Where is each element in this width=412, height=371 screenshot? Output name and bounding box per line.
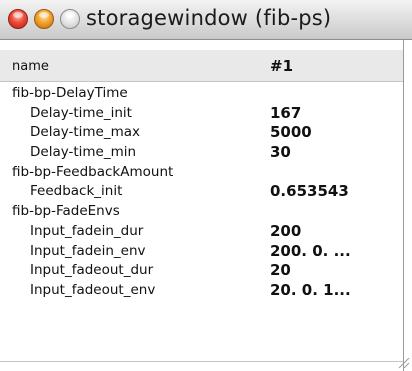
param-value[interactable]: 200. 0. ... (270, 242, 351, 260)
param-value[interactable]: 0.653543 (270, 182, 349, 200)
param-name: Delay-time_min (30, 144, 137, 161)
param-name: Delay-time_init (30, 104, 132, 121)
group-name: fib-bp-DelayTime (12, 85, 128, 101)
window-title: storagewindow (fib-ps) (86, 6, 332, 30)
table-bottom-divider (0, 361, 403, 362)
param-name: Input_fadeout_env (30, 281, 156, 298)
minimize-button-icon[interactable] (34, 9, 54, 29)
table-row[interactable]: Delay-time_init 167 (0, 104, 403, 124)
table-row[interactable]: fib-bp-DelayTime (0, 84, 403, 104)
param-value[interactable]: 30 (270, 143, 291, 161)
table-row[interactable]: Input_fadeout_dur 20 (0, 261, 403, 281)
table-row[interactable]: Feedback_init 0.653543 (0, 182, 403, 202)
param-value[interactable]: 20. 0. 1... (270, 281, 351, 299)
table-row[interactable]: fib-bp-FeedbackAmount (0, 163, 403, 183)
column-header-slot[interactable]: #1 (270, 57, 293, 75)
zoom-button-icon[interactable] (60, 9, 80, 29)
param-name: Feedback_init (30, 183, 123, 200)
group-name: fib-bp-FeedbackAmount (12, 163, 174, 180)
close-button-icon[interactable] (8, 9, 28, 29)
param-name: Input_fadein_dur (30, 222, 144, 239)
param-value[interactable]: 5000 (270, 123, 312, 141)
param-name: Input_fadein_env (30, 242, 146, 259)
table-row[interactable]: Input_fadeout_env 20. 0. 1... (0, 281, 403, 301)
window-titlebar[interactable]: storagewindow (fib-ps) (0, 0, 412, 40)
storage-table-panel: name #1 fib-bp-DelayTime Delay-time_init… (0, 40, 404, 371)
table-row[interactable]: Input_fadein_dur 200 (0, 222, 403, 242)
table-header: name #1 (0, 50, 403, 82)
param-value[interactable]: 200 (270, 222, 301, 240)
column-header-name[interactable]: name (12, 59, 49, 74)
group-name: fib-bp-FadeEnvs (12, 203, 120, 220)
table-row[interactable]: fib-bp-FadeEnvs (0, 202, 403, 222)
resize-grip-icon[interactable] (396, 355, 410, 369)
param-name: Delay-time_max (30, 124, 141, 141)
param-value[interactable]: 20 (270, 261, 291, 279)
table-body: fib-bp-DelayTime Delay-time_init 167 Del… (0, 84, 403, 301)
param-name: Input_fadeout_dur (30, 262, 154, 279)
table-row[interactable]: Input_fadein_env 200. 0. ... (0, 242, 403, 262)
table-row[interactable]: Delay-time_min 30 (0, 143, 403, 163)
table-row[interactable]: Delay-time_max 5000 (0, 123, 403, 143)
param-value[interactable]: 167 (270, 104, 301, 122)
